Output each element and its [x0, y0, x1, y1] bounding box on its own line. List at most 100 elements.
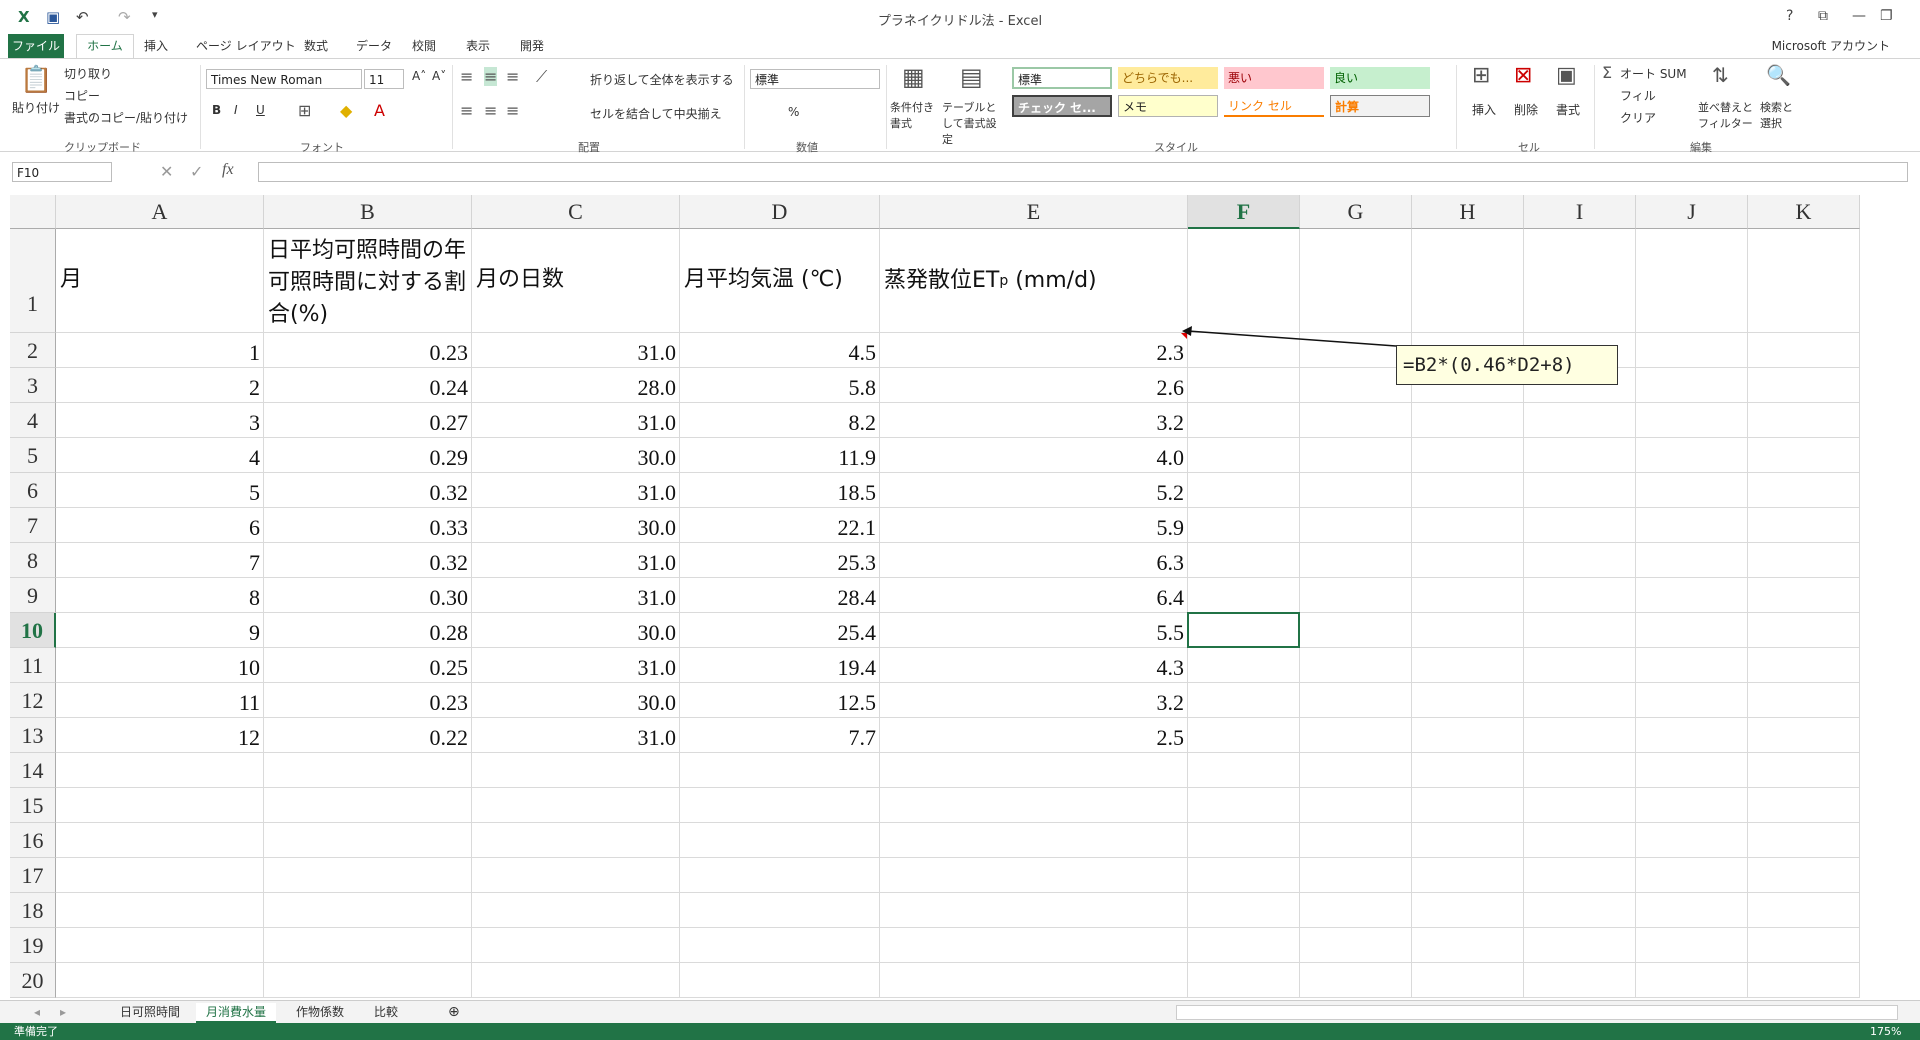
percent-button[interactable]: % — [788, 105, 799, 119]
grid-cell[interactable] — [680, 823, 880, 858]
grid-cell[interactable] — [1636, 753, 1748, 788]
grid-cell[interactable] — [56, 893, 264, 928]
data-cell-D2[interactable]: 4.5 — [680, 333, 880, 368]
row-header-12[interactable]: 12 — [10, 683, 56, 718]
align-top-icon[interactable]: ≡ — [460, 67, 473, 86]
grid-cell[interactable] — [880, 928, 1188, 963]
bold-button[interactable]: B — [212, 103, 221, 117]
grid-cell[interactable] — [264, 928, 472, 963]
autosum-button[interactable]: オート SUM — [1620, 65, 1687, 82]
grid-cell[interactable] — [1748, 823, 1860, 858]
grid-cell[interactable] — [1748, 753, 1860, 788]
grid-cell[interactable] — [1748, 613, 1860, 648]
find-select-icon[interactable]: 🔍 — [1766, 63, 1791, 87]
data-cell-D7[interactable]: 22.1 — [680, 508, 880, 543]
tab-formulas[interactable]: 数式 — [304, 37, 328, 54]
style-calculation[interactable]: 計算 — [1330, 95, 1430, 117]
data-cell-B2[interactable]: 0.23 — [264, 333, 472, 368]
shrink-font-icon[interactable]: A˅ — [432, 69, 446, 83]
grid-cell[interactable] — [1748, 893, 1860, 928]
data-cell-B13[interactable]: 0.22 — [264, 718, 472, 753]
data-cell-B5[interactable]: 0.29 — [264, 438, 472, 473]
horizontal-scrollbar[interactable] — [1176, 1005, 1898, 1020]
grid-cell[interactable] — [1524, 928, 1636, 963]
grid-cell[interactable] — [1188, 403, 1300, 438]
grid-cell[interactable] — [1188, 963, 1300, 998]
tab-insert[interactable]: 挿入 — [144, 37, 168, 54]
grid-cell[interactable] — [1748, 333, 1860, 368]
grid-cell[interactable] — [1748, 543, 1860, 578]
grid-cell[interactable] — [1748, 683, 1860, 718]
grid-cell[interactable] — [1636, 648, 1748, 683]
paste-icon[interactable]: 📋 — [20, 65, 52, 95]
grid-cell[interactable] — [1412, 473, 1524, 508]
grid-cell[interactable] — [1188, 823, 1300, 858]
row-header-1[interactable]: 1 — [10, 229, 56, 333]
grid-cell[interactable] — [1188, 718, 1300, 753]
grid-cell[interactable] — [472, 893, 680, 928]
grid-cell[interactable] — [1748, 788, 1860, 823]
underline-button[interactable]: U — [256, 103, 265, 117]
tab-file[interactable]: ファイル — [8, 34, 64, 58]
ribbon-display-icon[interactable]: ⧉ — [1818, 8, 1828, 24]
grid-cell[interactable] — [1748, 403, 1860, 438]
data-cell-D5[interactable]: 11.9 — [680, 438, 880, 473]
data-cell-A10[interactable]: 9 — [56, 613, 264, 648]
data-cell-A3[interactable]: 2 — [56, 368, 264, 403]
header-cell-E[interactable]: 蒸発散位ET p (mm/d) — [880, 229, 1188, 333]
conditional-format-icon[interactable]: ▦ — [902, 63, 925, 91]
data-cell-D3[interactable]: 5.8 — [680, 368, 880, 403]
header-cell-B[interactable]: 日平均可照時間の年可照時間に対する割合(%) — [264, 229, 472, 333]
fill-color-icon[interactable]: ◆ — [340, 101, 352, 120]
header-cell-A[interactable]: 月 — [56, 229, 264, 333]
header-cell-C[interactable]: 月の日数 — [472, 229, 680, 333]
cancel-icon[interactable]: ✕ — [160, 162, 173, 181]
data-cell-E13[interactable]: 2.5 — [880, 718, 1188, 753]
grid-cell[interactable] — [1524, 823, 1636, 858]
grid-cell[interactable] — [56, 963, 264, 998]
add-sheet-icon[interactable]: ⊕ — [438, 1003, 470, 1021]
grid-cell[interactable] — [1300, 788, 1412, 823]
column-header-F[interactable]: F — [1188, 195, 1300, 229]
grid-cell[interactable] — [1412, 963, 1524, 998]
data-cell-E3[interactable]: 2.6 — [880, 368, 1188, 403]
grid-cell[interactable] — [472, 753, 680, 788]
grid-cell[interactable] — [1524, 963, 1636, 998]
borders-icon[interactable]: ⊞ — [298, 101, 311, 120]
minimize-icon[interactable]: — — [1852, 8, 1866, 24]
column-header-H[interactable]: H — [1412, 195, 1524, 229]
grid-cell[interactable] — [680, 753, 880, 788]
align-left-icon[interactable]: ≡ — [460, 101, 473, 120]
grid-cell[interactable] — [472, 963, 680, 998]
grid-cell[interactable] — [1748, 508, 1860, 543]
grid-cell[interactable] — [1188, 858, 1300, 893]
grid-cell[interactable] — [1636, 543, 1748, 578]
paste-button[interactable]: 貼り付け — [12, 99, 60, 116]
grid-cell[interactable] — [1300, 508, 1412, 543]
row-header-10[interactable]: 10 — [10, 613, 56, 648]
grid-cell[interactable] — [1300, 893, 1412, 928]
grid-cell[interactable] — [1636, 508, 1748, 543]
data-cell-A6[interactable]: 5 — [56, 473, 264, 508]
number-format-select[interactable]: 標準 — [750, 69, 880, 89]
grid-cell[interactable] — [680, 928, 880, 963]
grid-cell[interactable] — [1748, 858, 1860, 893]
grid-cell[interactable] — [1300, 578, 1412, 613]
grid-cell[interactable] — [1188, 788, 1300, 823]
clear-button[interactable]: クリア — [1620, 109, 1656, 126]
data-cell-E5[interactable]: 4.0 — [880, 438, 1188, 473]
grid-cell[interactable] — [1188, 893, 1300, 928]
tab-data[interactable]: データ — [356, 37, 392, 54]
align-center-icon[interactable]: ≡ — [484, 101, 497, 120]
selected-cell-F10[interactable] — [1187, 612, 1300, 648]
style-normal[interactable]: 標準 — [1012, 67, 1112, 89]
row-header-4[interactable]: 4 — [10, 403, 56, 438]
column-header-G[interactable]: G — [1300, 195, 1412, 229]
italic-button[interactable]: I — [234, 103, 238, 117]
row-header-14[interactable]: 14 — [10, 753, 56, 788]
data-cell-C11[interactable]: 31.0 — [472, 648, 680, 683]
grid-cell[interactable] — [56, 928, 264, 963]
format-painter-button[interactable]: 書式のコピー/貼り付け — [64, 109, 188, 126]
data-cell-C12[interactable]: 30.0 — [472, 683, 680, 718]
column-header-I[interactable]: I — [1524, 195, 1636, 229]
